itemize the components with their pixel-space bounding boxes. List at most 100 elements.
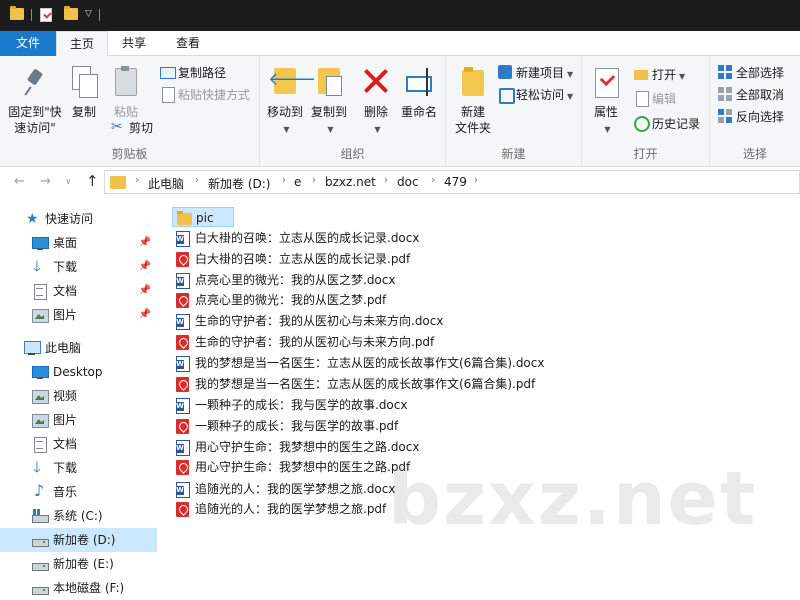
tab-share[interactable]: 共享 xyxy=(110,31,158,56)
open-button[interactable]: 打开 ▼ xyxy=(634,65,685,85)
nav-pc-pictures[interactable]: 图片 xyxy=(0,408,157,432)
open-folder-icon xyxy=(634,67,648,81)
nav-documents[interactable]: 文档 📌 xyxy=(0,279,157,303)
move-to-button[interactable]: 移动到 ▼ xyxy=(264,66,316,138)
breadcrumb-item[interactable]: e xyxy=(294,175,301,189)
select-all-label: 全部选择 xyxy=(736,66,785,80)
select-none-button[interactable]: 全部取消 xyxy=(718,85,784,105)
forward-arrow-icon[interactable]: → xyxy=(40,174,51,189)
nav-label: 音乐 xyxy=(53,485,78,499)
breadcrumb-item[interactable]: 新加卷 (D:) xyxy=(208,175,270,192)
pdf-icon xyxy=(176,460,190,475)
file-name: 用心守护生命：我梦想中的医生之路.pdf xyxy=(195,460,411,474)
breadcrumb-item[interactable]: doc xyxy=(397,175,419,189)
chevron-right-icon[interactable]: › xyxy=(384,175,388,186)
navigation-pane: 快速访问 桌面 📌 下载 📌 文档 📌 图片 📌 此电脑 Desktop 视频 … xyxy=(0,197,160,600)
chevron-down-icon: ▼ xyxy=(567,92,574,101)
organize-group-label: 组织 xyxy=(340,147,365,161)
properties-label: 属性 xyxy=(593,105,618,119)
copy-path-button[interactable]: 复制路径 xyxy=(160,63,226,83)
nav-pc-desktop[interactable]: Desktop xyxy=(0,360,157,384)
nav-this-pc[interactable]: 此电脑 xyxy=(0,336,157,360)
pin-to-quick-access-button[interactable]: 固定到"快 速访问" xyxy=(4,68,66,136)
chevron-right-icon[interactable]: › xyxy=(135,175,139,186)
copy-to-button[interactable]: 复制到 ▼ xyxy=(308,66,350,138)
nav-drive-c[interactable]: 系统 (C:) xyxy=(0,504,157,528)
chevron-down-icon: ▼ xyxy=(327,125,334,134)
invert-selection-icon xyxy=(718,109,732,123)
new-item-button[interactable]: 新建项目 ▼ xyxy=(498,63,573,83)
delete-button[interactable]: 删除 ▼ xyxy=(358,66,394,138)
word-document-icon xyxy=(176,398,190,414)
edit-button[interactable]: 编辑 xyxy=(634,89,676,109)
nav-pc-documents[interactable]: 文档 xyxy=(0,432,157,456)
chevron-right-icon[interactable]: › xyxy=(431,175,435,186)
easy-access-icon xyxy=(498,87,515,104)
invert-selection-button[interactable]: 反向选择 xyxy=(718,107,784,127)
cut-button[interactable]: 剪切 xyxy=(111,117,153,138)
nav-videos[interactable]: 视频 xyxy=(0,384,157,408)
breadcrumb-item[interactable]: 479 xyxy=(444,175,467,189)
recent-chevron-icon[interactable]: ∨ xyxy=(65,177,72,187)
select-none-icon xyxy=(718,87,732,101)
paste-shortcut-icon xyxy=(160,87,175,103)
nav-label: 新加卷 (E:) xyxy=(53,557,114,571)
back-arrow-icon[interactable]: ← xyxy=(14,174,25,189)
list-item-folder[interactable]: pic xyxy=(172,207,234,227)
paste-button[interactable]: 粘贴 xyxy=(108,66,144,120)
nav-pictures[interactable]: 图片 📌 xyxy=(0,303,157,327)
nav-drive-f[interactable]: 本地磁盘 (F:) xyxy=(0,576,157,600)
new-item-label: 新建项目 xyxy=(516,66,565,80)
nav-label: 文档 xyxy=(53,437,78,451)
word-document-icon xyxy=(176,440,190,456)
pin-icon xyxy=(23,68,47,98)
chevron-right-icon[interactable]: › xyxy=(312,175,316,186)
easy-access-button[interactable]: 轻松访问 ▼ xyxy=(498,85,573,105)
breadcrumb-item[interactable]: 此电脑 xyxy=(148,175,184,192)
nav-label: 下载 xyxy=(53,461,78,475)
nav-downloads[interactable]: 下载 📌 xyxy=(0,254,157,279)
tab-file[interactable]: 文件 xyxy=(0,31,56,56)
history-button[interactable]: 历史记录 xyxy=(634,114,700,134)
open-label: 打开 xyxy=(652,68,677,82)
pdf-icon xyxy=(176,293,190,308)
nav-quick-access[interactable]: 快速访问 xyxy=(0,207,157,231)
nav-pc-downloads[interactable]: 下载 xyxy=(0,455,157,480)
nav-drive-d[interactable]: 新加卷 (D:) xyxy=(0,528,157,552)
nav-music[interactable]: 音乐 xyxy=(0,479,157,504)
tab-view[interactable]: 查看 xyxy=(162,31,214,56)
download-arrow-icon xyxy=(32,455,47,479)
file-name: 一颗种子的成长：我与医学的故事.docx xyxy=(195,398,408,412)
properties-check-icon[interactable] xyxy=(40,8,52,22)
clipboard-group: 固定到"快 速访问" 复制 粘贴 复制路径 粘贴快捷方式 剪切 剪贴板 xyxy=(0,56,260,167)
nav-label: 桌面 xyxy=(53,236,78,250)
copy-button[interactable]: 复制 xyxy=(66,66,102,120)
document-icon xyxy=(32,437,47,453)
nav-label: 图片 xyxy=(53,413,78,427)
tab-home[interactable]: 主页 xyxy=(56,31,108,57)
chevron-right-icon[interactable]: › xyxy=(474,175,478,186)
select-all-button[interactable]: 全部选择 xyxy=(718,63,784,83)
pdf-icon xyxy=(176,419,190,434)
breadcrumb-item[interactable]: bzxz.net xyxy=(325,175,376,189)
folder-icon xyxy=(110,176,126,189)
up-arrow-icon[interactable]: ↑ xyxy=(86,172,99,190)
document-icon xyxy=(32,284,47,300)
chevron-right-icon[interactable]: › xyxy=(282,175,286,186)
chevron-down-icon: ▼ xyxy=(679,72,686,81)
pin-icon: 📌 xyxy=(138,285,151,296)
nav-label: 新加卷 (D:) xyxy=(53,533,116,547)
file-name: 我的梦想是当一名医生：立志从医的成长故事作文(6篇合集).pdf xyxy=(195,377,536,391)
nav-label: 本地磁盘 (F:) xyxy=(53,581,125,595)
rename-button[interactable]: 重命名 xyxy=(398,66,440,120)
new-folder-button[interactable]: 新建 文件夹 xyxy=(450,66,496,136)
nav-desktop[interactable]: 桌面 📌 xyxy=(0,231,157,255)
paste-shortcut-button[interactable]: 粘贴快捷方式 xyxy=(160,85,250,105)
chevron-down-icon[interactable]: ▽ xyxy=(85,9,92,19)
chevron-right-icon[interactable]: › xyxy=(195,175,199,186)
new-folder-icon[interactable] xyxy=(64,6,78,20)
properties-button[interactable]: 属性 ▼ xyxy=(586,66,626,138)
computer-icon xyxy=(24,341,41,355)
nav-drive-e[interactable]: 新加卷 (E:) xyxy=(0,552,157,576)
address-box[interactable]: › 此电脑 › 新加卷 (D:) › e › bzxz.net › doc › … xyxy=(104,170,800,194)
